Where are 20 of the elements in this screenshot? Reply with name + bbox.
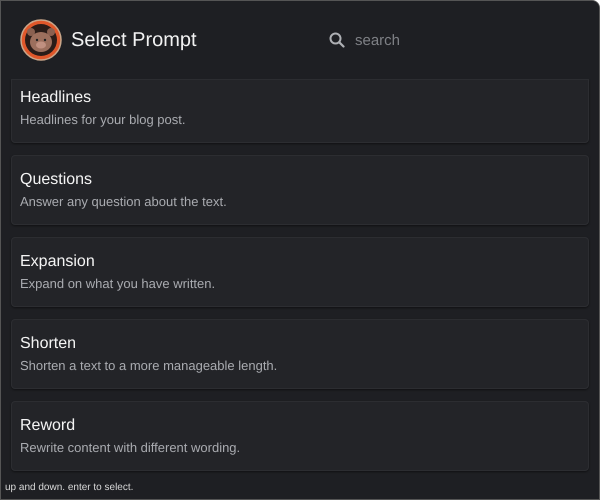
prompt-card[interactable]: Expansion Expand on what you have written. [11,237,589,307]
prompt-description: Expand on what you have written. [20,276,216,292]
prompt-description: Answer any question about the text. [20,194,228,210]
prompt-card[interactable]: Headlines Headlines for your blog post. [11,79,589,143]
prompt-description: Shorten a text to a more manageable length. [20,358,278,374]
prompt-title: Shorten [20,334,78,354]
search-icon [329,32,345,48]
prompt-description: Rewrite content with different wording. [20,440,242,456]
app-title: Select Prompt [71,28,198,52]
search-field[interactable]: search [355,32,475,48]
prompt-card[interactable]: Reword Rewrite content with different wording. [11,401,589,471]
bear-avatar-icon [20,19,62,61]
prompt-card[interactable]: Questions Answer any question about the text. [11,155,589,225]
prompt-card[interactable]: Shorten Shorten a text to a more manageable length. [11,319,589,389]
prompt-title: Reword [20,416,76,436]
prompt-title: Questions [20,170,94,190]
prompt-title: Headlines [20,88,92,108]
prompt-title: Expansion [20,252,96,272]
keyboard-hint: up and down. enter to select. [5,482,134,493]
prompt-description: Headlines for your blog post. [20,112,186,128]
